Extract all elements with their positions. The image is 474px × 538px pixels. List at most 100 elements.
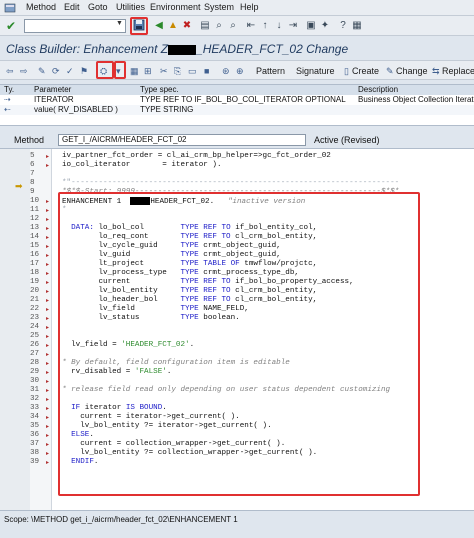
replace-icon[interactable]: ⇆ xyxy=(432,64,440,78)
line-marker-icon: ▸ xyxy=(46,243,50,250)
method-name-field[interactable]: GET_I_/AICRM/HEADER_FCT_02 xyxy=(58,134,306,146)
line-marker-icon: ▸ xyxy=(46,369,50,376)
change-icon[interactable]: ✎ xyxy=(386,64,394,78)
breakpoint-icon[interactable]: ⊛ xyxy=(222,64,230,78)
line-marker-icon: ▸ xyxy=(46,432,50,439)
menu-method[interactable]: Method xyxy=(26,2,56,12)
line-marker-icon: ▸ xyxy=(46,405,50,412)
menu-environment[interactable]: Environment xyxy=(150,2,201,12)
command-field[interactable] xyxy=(24,19,126,33)
page-title: Class Builder: Enhancement Z _HEADER_FCT_… xyxy=(6,42,348,56)
replace-button[interactable]: Replace xyxy=(442,64,474,78)
application-toolbar: ⇦ ⇨ ✎ ⟳ ✓ ⚑ ⛭ ▾ ▦ ⊞ ✂ ⎘ ▭ ■ ⊛ ⊕ Pattern … xyxy=(0,60,474,80)
code-line[interactable]: 8 *"-------------------------------------… xyxy=(0,179,474,188)
forward-arrow-icon[interactable]: ⇨ xyxy=(20,64,28,78)
column-header: Parameter xyxy=(34,85,72,94)
signature-button[interactable]: Signature xyxy=(296,64,335,78)
pattern-icon[interactable]: ⊕ xyxy=(236,64,244,78)
menu-bar: Method Edit Goto Utilities Environment S… xyxy=(0,0,474,16)
pattern-button[interactable]: Pattern xyxy=(256,64,285,78)
menu-goto[interactable]: Goto xyxy=(88,2,108,12)
next-page-icon[interactable]: ↓ xyxy=(272,19,286,33)
enter-check-icon[interactable]: ✔ xyxy=(4,19,18,33)
table-row[interactable]: ⇢ ITERATOR TYPE REF TO IF_BOL_BO_COL_ITE… xyxy=(0,95,474,105)
display-change-icon[interactable]: ⟳ xyxy=(52,64,60,78)
menu-system[interactable]: System xyxy=(204,2,234,12)
code-token: *"--------------------------------------… xyxy=(62,179,400,187)
line-marker-icon: ▸ xyxy=(46,297,50,304)
back-arrow-icon[interactable]: ⇦ xyxy=(6,64,14,78)
line-marker-icon: ▸ xyxy=(46,414,50,421)
line-marker-icon: ▸ xyxy=(46,324,50,331)
title-bar: Class Builder: Enhancement Z _HEADER_FCT_… xyxy=(0,37,474,59)
check-icon[interactable]: ✓ xyxy=(66,64,74,78)
copy-icon[interactable]: ⎘ xyxy=(174,64,181,78)
create-icon[interactable]: ▯ xyxy=(344,64,349,78)
code-line[interactable]: 6 ▸ io_col_iterator = iterator ). xyxy=(0,161,474,170)
exit-icon[interactable]: ▲ xyxy=(166,19,180,33)
other-object-icon[interactable]: ✎ xyxy=(38,64,46,78)
menu-edit[interactable]: Edit xyxy=(64,2,80,12)
layout-icon[interactable]: ▦ xyxy=(350,19,364,33)
line-marker-icon: ▸ xyxy=(46,252,50,259)
table-row[interactable]: ⇠ value( RV_DISABLED ) TYPE STRING xyxy=(0,105,474,115)
line-marker-icon: ▸ xyxy=(46,315,50,322)
line-marker-icon: ▸ xyxy=(46,306,50,313)
line-marker-icon: ▸ xyxy=(46,441,50,448)
code-highlight-box xyxy=(58,192,420,496)
line-marker-icon: ▸ xyxy=(46,216,50,223)
redacted-block xyxy=(168,44,197,55)
line-marker-icon: ▸ xyxy=(46,261,50,268)
code-line[interactable]: 7 xyxy=(0,170,474,179)
column-header: Type spec. xyxy=(140,85,179,94)
line-marker-icon: ▸ xyxy=(46,198,50,205)
cut-icon[interactable]: ✂ xyxy=(160,64,168,78)
column-header: Description xyxy=(358,85,399,94)
find-next-icon[interactable]: ⌕ xyxy=(226,19,240,33)
find-icon[interactable]: ⌕ xyxy=(212,19,226,33)
print-icon[interactable]: ▤ xyxy=(198,19,212,33)
hierarchy-icon[interactable]: ⊞ xyxy=(144,64,152,78)
line-number: 8 xyxy=(30,179,35,187)
shortcut-icon[interactable]: ✦ xyxy=(318,19,332,33)
command-dropdown-icon[interactable]: ▼ xyxy=(116,20,123,27)
info-icon[interactable]: ■ xyxy=(204,64,209,78)
where-used-icon[interactable]: ▦ xyxy=(130,64,139,78)
line-marker-icon: ▸ xyxy=(46,450,50,457)
table-cell: TYPE REF TO IF_BOL_BO_COL_ITERATOR OPTIO… xyxy=(140,95,346,104)
change-button[interactable]: Change xyxy=(396,64,428,78)
paste-icon[interactable]: ▭ xyxy=(188,64,197,78)
line-marker-icon: ▸ xyxy=(46,333,50,340)
line-marker-icon: ▸ xyxy=(46,207,50,214)
cancel-icon[interactable]: ✖ xyxy=(180,19,194,33)
line-marker-icon: ▸ xyxy=(46,288,50,295)
help-icon[interactable]: ? xyxy=(336,19,350,33)
standard-toolbar: ✔ ▼ ◀ ▲ ✖ ▤ ⌕ ⌕ ⇤ ↑ ↓ ⇥ ▣ ✦ ? ▦ xyxy=(0,16,474,36)
table-cell: ITERATOR xyxy=(34,95,74,104)
new-session-icon[interactable]: ▣ xyxy=(304,19,318,33)
sap-menu-icon[interactable] xyxy=(4,2,16,14)
line-marker-icon: ▸ xyxy=(46,342,50,349)
status-bar: Scope: \METHOD get_i_/aicrm/header_fct_0… xyxy=(0,510,474,538)
line-marker-icon: ▸ xyxy=(46,378,50,385)
menu-help[interactable]: Help xyxy=(240,2,259,12)
first-page-icon[interactable]: ⇤ xyxy=(244,19,258,33)
table-header: Ty. Parameter Type spec. Description xyxy=(0,85,474,95)
back-icon[interactable]: ◀ xyxy=(152,19,166,33)
title-suffix: _HEADER_FCT_02 Change xyxy=(196,42,349,56)
activate-icon[interactable]: ⚑ xyxy=(80,64,88,78)
dropdown-highlight xyxy=(114,61,126,79)
table-cell: value( RV_DISABLED ) xyxy=(34,105,118,114)
last-page-icon[interactable]: ⇥ xyxy=(286,19,300,33)
scope-text: Scope: \METHOD get_i_/aicrm/header_fct_0… xyxy=(4,515,238,524)
method-bar: Method GET_I_/AICRM/HEADER_FCT_02 Active… xyxy=(0,134,474,146)
save-highlight xyxy=(130,17,148,35)
table-cell: Business Object Collection Iterator I xyxy=(358,95,474,104)
previous-page-icon[interactable]: ↑ xyxy=(258,19,272,33)
create-button[interactable]: Create xyxy=(352,64,379,78)
line-marker-icon: ▸ xyxy=(46,162,50,169)
code-line[interactable]: 5 ▸ iv_partner_fct_order = cl_ai_crm_bp_he… xyxy=(0,152,474,161)
menu-utilities[interactable]: Utilities xyxy=(116,2,145,12)
line-marker-icon: ▸ xyxy=(46,423,50,430)
line-marker-icon: ▸ xyxy=(46,153,50,160)
